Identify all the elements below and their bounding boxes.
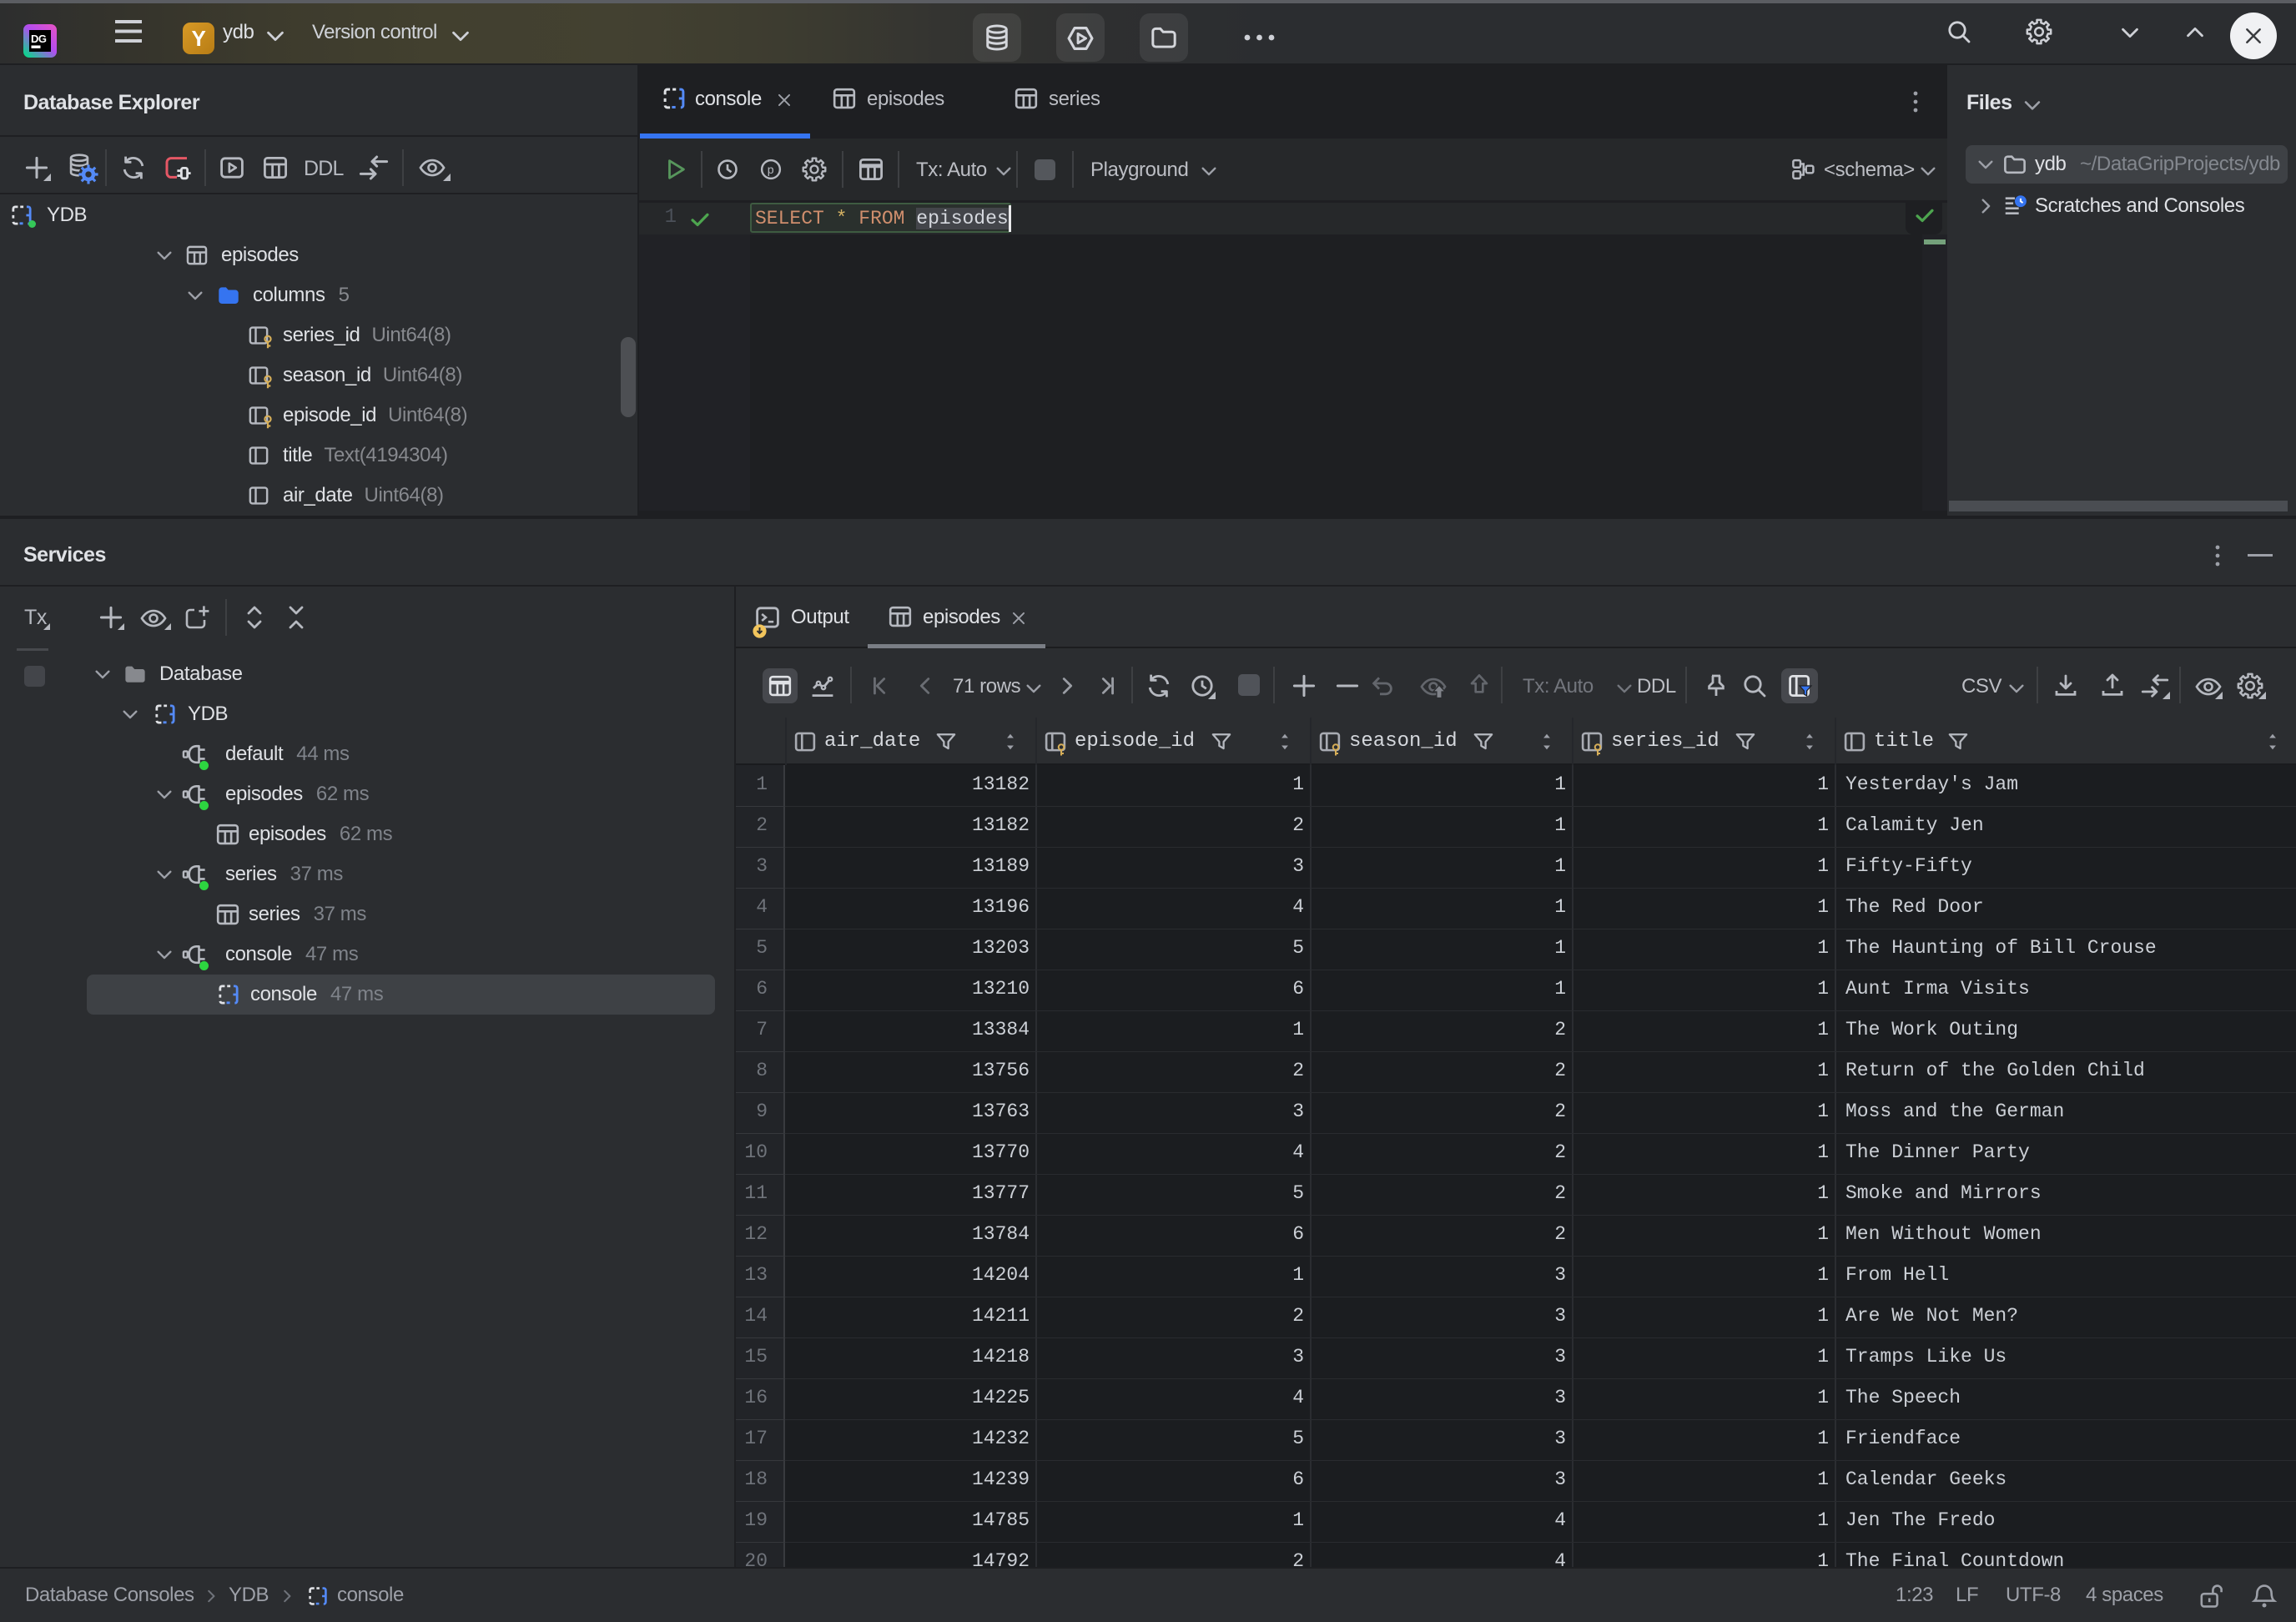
svg-text:DG: DG: [31, 33, 47, 45]
svg-text:p: p: [768, 163, 774, 176]
